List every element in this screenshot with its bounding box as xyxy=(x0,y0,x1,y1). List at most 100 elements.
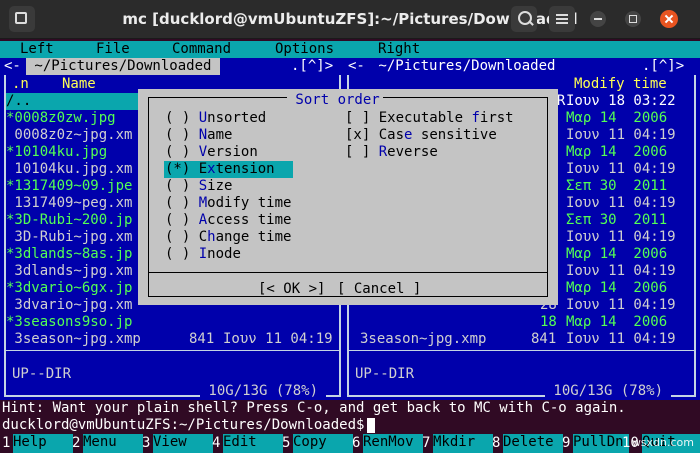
fkey-copy-button[interactable]: Copy xyxy=(293,434,353,453)
sort-option-mark: ( ) xyxy=(165,195,191,211)
left-file-row[interactable]: 3D-Rubi~jpg.xm xyxy=(6,229,132,246)
left-last-row-date: Iουν 11 04:19 xyxy=(223,331,333,347)
right-row-date[interactable]: Iουν 11 04:19 xyxy=(566,297,676,314)
sort-option-rest: odify time xyxy=(207,195,292,211)
menu-left[interactable]: Left xyxy=(20,41,54,58)
left-file-row[interactable]: *3dvario~6gx.jp xyxy=(6,280,132,297)
right-row-date[interactable]: Μαρ 14 2006 xyxy=(566,314,667,331)
right-col-modify-time[interactable]: Modify time xyxy=(574,76,667,93)
right-row-date[interactable]: Iουν 11 04:19 xyxy=(566,263,676,280)
left-file-row[interactable]: 3dlands~jpg.xm xyxy=(6,263,132,280)
fkey-help-button[interactable]: Help xyxy=(13,434,73,453)
left-file-row[interactable]: *0008z0zw.jpg xyxy=(6,110,116,127)
sort-option-radio[interactable]: ( ) Name xyxy=(165,127,232,144)
sort-checkbox[interactable]: [ ] Executable first xyxy=(345,110,514,127)
fkey-number: 2 xyxy=(72,435,81,451)
left-file-row[interactable]: 1317409~peg.xm xyxy=(6,195,132,212)
hamburger-menu-button[interactable] xyxy=(549,6,575,32)
sort-option-radio[interactable]: ( ) Size xyxy=(165,178,232,195)
ok-button[interactable]: [< OK >] xyxy=(258,281,325,298)
fkey-number: 7 xyxy=(422,435,431,451)
left-file-row[interactable]: 10104ku.jpg.xm xyxy=(6,161,132,178)
left-last-row-size: 841 xyxy=(189,331,215,347)
sort-check-mark: [ ] xyxy=(345,144,371,160)
menu-right[interactable]: Right xyxy=(378,41,420,58)
fkey-menu-button[interactable]: Menu xyxy=(83,434,143,453)
maximize-button[interactable] xyxy=(625,11,641,27)
left-col-name[interactable]: Name xyxy=(62,76,96,93)
right-row-date[interactable]: Iουν 11 04:19 xyxy=(566,127,676,144)
right-last-row-name[interactable]: 3season~jpg.xmp xyxy=(360,331,486,348)
left-file-row[interactable]: *3dlands~8as.jp xyxy=(6,246,132,263)
sort-option-mark: (*) xyxy=(165,161,191,177)
right-row-size[interactable]: 18 xyxy=(540,314,557,331)
right-panel-path[interactable]: ~/Pictures/Downloaded xyxy=(370,58,564,75)
sort-option-radio[interactable]: (*) Extension xyxy=(165,161,275,178)
minimize-button[interactable] xyxy=(590,11,606,27)
right-row-date[interactable]: Μαρ 14 2006 xyxy=(566,280,667,297)
right-row-date[interactable]: Μαρ 14 2006 xyxy=(566,110,667,127)
close-button[interactable] xyxy=(660,10,678,28)
cancel-button[interactable]: [ Cancel ] xyxy=(337,281,421,298)
fkey-number: 5 xyxy=(282,435,291,451)
search-button[interactable] xyxy=(511,6,537,32)
left-last-row-name[interactable]: 3season~jpg.xmp xyxy=(6,331,140,348)
fkey-number: 6 xyxy=(352,435,361,451)
sort-option-radio[interactable]: ( ) Inode xyxy=(165,246,241,263)
menu-file[interactable]: File xyxy=(96,41,130,58)
right-row-date[interactable]: Iουν 18 03:22 xyxy=(566,93,676,110)
mc-menubar: Left File Command Options Right xyxy=(0,41,700,58)
sort-option-mark: ( ) xyxy=(165,110,191,126)
right-last-row-date: Iουν 11 04:19 xyxy=(566,331,676,347)
menu-command[interactable]: Command xyxy=(172,41,231,58)
fkey-mkdir-button[interactable]: Mkdir xyxy=(433,434,493,453)
sort-checkbox[interactable]: [x] Case sensitive xyxy=(345,127,497,144)
shell-prompt[interactable]: ducklord@vmUbuntuZFS:~/Pictures/Download… xyxy=(0,417,700,434)
sort-check-rest: sensitive xyxy=(412,127,497,143)
right-row-date[interactable]: Μαρ 14 2006 xyxy=(566,246,667,263)
left-col-n[interactable]: .n xyxy=(12,76,29,93)
sort-option-radio[interactable]: ( ) Modify time xyxy=(165,195,291,212)
sort-option-hot: M xyxy=(198,195,208,211)
fkey-number: 9 xyxy=(562,435,571,451)
right-row-date[interactable]: Iουν 11 04:19 xyxy=(566,195,676,212)
left-file-row[interactable]: 3dvario~jpg.xm xyxy=(6,297,132,314)
sort-option-radio[interactable]: ( ) Version xyxy=(165,144,258,161)
sort-option-mark: ( ) xyxy=(165,127,191,143)
fkey-number: 4 xyxy=(212,435,221,451)
sort-option-mark: ( ) xyxy=(165,178,191,194)
left-file-row[interactable]: *3D-Rubi~200.jp xyxy=(6,212,132,229)
right-row-date[interactable]: Iουν 11 04:19 xyxy=(566,229,676,246)
left-file-row[interactable]: *3seasons9so.jp xyxy=(6,314,132,331)
left-file-row[interactable]: *10104ku.jpg xyxy=(6,144,107,161)
right-row-date[interactable]: Σεπ 30 2011 xyxy=(566,178,667,195)
left-panel-path[interactable]: ~/Pictures/Downloaded xyxy=(26,58,220,75)
fkey-view-button[interactable]: View xyxy=(153,434,213,453)
fkey-number: 3 xyxy=(142,435,151,451)
sort-checkbox[interactable]: [ ] Reverse xyxy=(345,144,438,161)
right-panel-history-left[interactable]: <- xyxy=(348,58,365,75)
right-row-date[interactable]: Μαρ 14 2006 xyxy=(566,144,667,161)
left-panel-history-left[interactable]: <- xyxy=(4,58,21,75)
sort-option-radio[interactable]: ( ) Change time xyxy=(165,229,291,246)
right-row-date[interactable]: Iουν 11 04:19 xyxy=(566,161,676,178)
sort-option-mark: ( ) xyxy=(165,212,191,228)
fkey-pulldn-button[interactable]: PullDn xyxy=(573,434,629,453)
left-file-row[interactable]: 0008z0z~jpg.xm xyxy=(6,127,132,144)
sort-option-rest: ize xyxy=(207,178,233,194)
sort-option-hot: x xyxy=(207,161,216,177)
sort-option-radio[interactable]: ( ) Unsorted xyxy=(165,110,266,127)
sort-option-rest: tension xyxy=(215,161,275,177)
left-file-row[interactable]: *1317409~09.jpe xyxy=(6,178,132,195)
fkey-edit-button[interactable]: Edit xyxy=(223,434,283,453)
left-panel-history-right[interactable]: .[^]> xyxy=(291,58,333,75)
fkey-delete-button[interactable]: Delete xyxy=(503,434,563,453)
right-panel-history-right[interactable]: .[^]> xyxy=(642,58,684,75)
right-row-date[interactable]: Σεπ 30 2011 xyxy=(566,212,667,229)
right-last-row-size: 841 xyxy=(531,331,557,347)
menu-options[interactable]: Options xyxy=(275,41,334,58)
hint-line: Hint: Want your plain shell? Press C-o, … xyxy=(0,400,700,417)
fkey-renmov-button[interactable]: RenMov xyxy=(363,434,423,453)
sort-option-radio[interactable]: ( ) Access time xyxy=(165,212,291,229)
left-file-row[interactable]: /.. xyxy=(6,93,31,110)
